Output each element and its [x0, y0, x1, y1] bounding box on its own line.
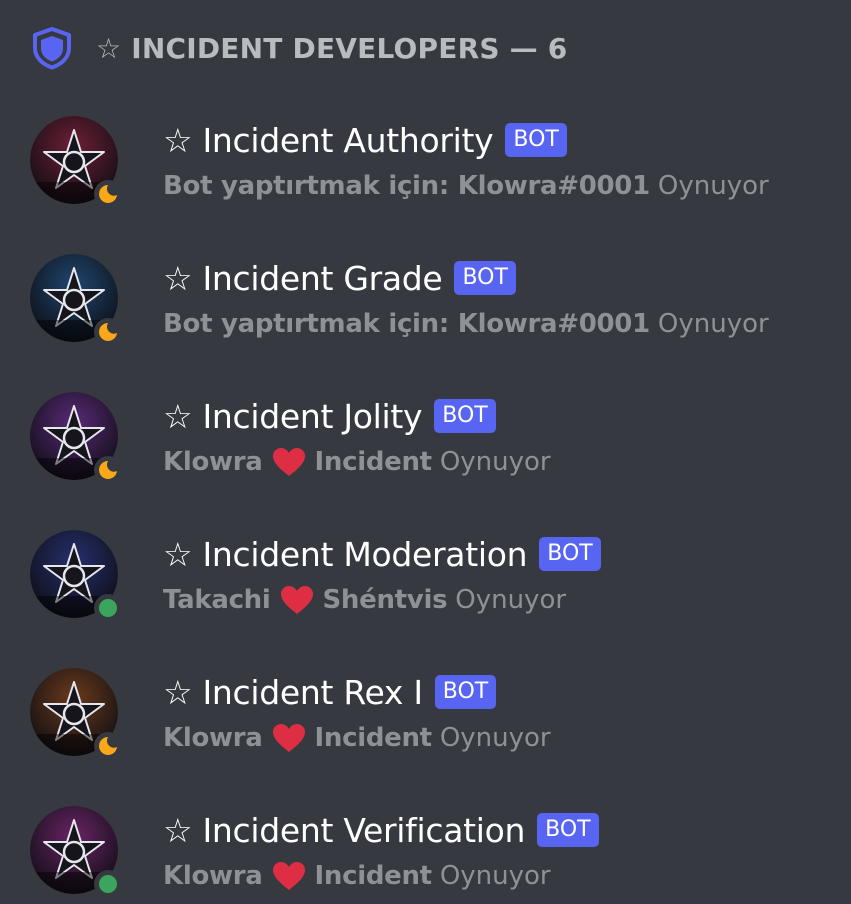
status-indicator: [94, 870, 122, 898]
activity-verb: Oynuyor: [455, 585, 567, 615]
member-info: ☆ Incident Authority BOT Bot yaptırtmak …: [163, 116, 769, 206]
idle-moon-icon: [99, 185, 117, 203]
heart-icon: [272, 724, 305, 752]
status-indicator: [94, 180, 122, 208]
member-activity: Klowra Incident Oynuyor: [163, 442, 551, 482]
member-name[interactable]: ☆ Incident Rex I: [163, 673, 423, 712]
activity-left: Klowra: [163, 723, 263, 753]
group-title: ☆ INCIDENT DEVELOPERS — 6: [96, 31, 568, 65]
member-item[interactable]: ☆ Incident Rex I BOT Klowra Incident Oyn…: [30, 668, 830, 768]
member-info: ☆ Incident Verification BOT Klowra Incid…: [163, 806, 599, 896]
member-activity: Takachi Shéntvis Oynuyor: [163, 580, 601, 620]
member-item[interactable]: ☆ Incident Authority BOT Bot yaptırtmak …: [30, 116, 830, 216]
member-item[interactable]: ☆ Incident Moderation BOT Takachi Shéntv…: [30, 530, 830, 630]
activity-name: Takachi Shéntvis: [163, 584, 448, 616]
bot-tag: BOT: [434, 675, 497, 709]
avatar[interactable]: [30, 806, 122, 898]
activity-name: Klowra Incident: [163, 722, 432, 754]
member-item[interactable]: ☆ Incident Grade BOT Bot yaptırtmak için…: [30, 254, 830, 354]
member-name[interactable]: ☆ Incident Grade: [163, 259, 443, 298]
activity-verb: Oynuyor: [439, 861, 551, 891]
activity-verb: Oynuyor: [439, 723, 551, 753]
status-indicator: [94, 318, 122, 346]
activity-left: Klowra: [163, 861, 263, 891]
activity-name: Bot yaptırtmak için: Klowra#0001: [163, 171, 650, 201]
member-item[interactable]: ☆ Incident Verification BOT Klowra Incid…: [30, 806, 830, 904]
status-indicator: [94, 732, 122, 760]
online-status-icon: [99, 599, 117, 617]
activity-left: Klowra: [163, 447, 263, 477]
bot-tag: BOT: [434, 399, 496, 433]
activity-name: Klowra Incident: [163, 860, 432, 892]
bot-tag: BOT: [537, 813, 599, 847]
member-item[interactable]: ☆ Incident Jolity BOT Klowra Incident Oy…: [30, 392, 830, 492]
idle-moon-icon: [99, 737, 117, 755]
member-info: ☆ Incident Rex I BOT Klowra Incident Oyn…: [163, 668, 551, 758]
member-activity: Klowra Incident Oynuyor: [163, 856, 599, 896]
member-group-header: ☆ INCIDENT DEVELOPERS — 6: [30, 24, 567, 72]
status-indicator: [94, 594, 122, 622]
activity-right: Incident: [314, 447, 433, 477]
idle-moon-icon: [99, 323, 117, 341]
avatar[interactable]: [30, 668, 122, 760]
activity-left: Bot yaptırtmak için: Klowra#0001: [163, 309, 650, 339]
member-name[interactable]: ☆ Incident Authority: [163, 121, 494, 160]
avatar[interactable]: [30, 530, 122, 622]
activity-verb: Oynuyor: [657, 171, 769, 201]
online-status-icon: [99, 875, 117, 893]
member-activity: Bot yaptırtmak için: Klowra#0001 Oynuyor: [163, 304, 769, 344]
member-activity: Bot yaptırtmak için: Klowra#0001 Oynuyor: [163, 166, 769, 206]
activity-verb: Oynuyor: [439, 447, 551, 477]
member-info: ☆ Incident Grade BOT Bot yaptırtmak için…: [163, 254, 769, 344]
activity-left: Bot yaptırtmak için: Klowra#0001: [163, 171, 650, 201]
activity-right: Shéntvis: [322, 585, 448, 615]
member-name[interactable]: ☆ Incident Moderation: [163, 535, 528, 574]
member-info: ☆ Incident Jolity BOT Klowra Incident Oy…: [163, 392, 551, 482]
shield-icon: [33, 27, 71, 70]
heart-icon: [280, 586, 313, 614]
member-activity: Klowra Incident Oynuyor: [163, 718, 551, 758]
activity-right: Incident: [314, 861, 433, 891]
activity-name: Klowra Incident: [163, 446, 432, 478]
activity-left: Takachi: [163, 585, 271, 615]
heart-icon: [272, 862, 305, 890]
member-name[interactable]: ☆ Incident Jolity: [163, 397, 423, 436]
avatar[interactable]: [30, 254, 122, 346]
bot-tag: BOT: [539, 537, 601, 571]
bot-tag: BOT: [505, 123, 567, 157]
activity-name: Bot yaptırtmak için: Klowra#0001: [163, 309, 650, 339]
activity-right: Incident: [314, 723, 433, 753]
activity-verb: Oynuyor: [657, 309, 769, 339]
heart-icon: [272, 448, 305, 476]
member-info: ☆ Incident Moderation BOT Takachi Shéntv…: [163, 530, 601, 620]
bot-tag: BOT: [454, 261, 516, 295]
avatar[interactable]: [30, 116, 122, 208]
idle-moon-icon: [99, 461, 117, 479]
member-name[interactable]: ☆ Incident Verification: [163, 811, 525, 850]
status-indicator: [94, 456, 122, 484]
avatar[interactable]: [30, 392, 122, 484]
